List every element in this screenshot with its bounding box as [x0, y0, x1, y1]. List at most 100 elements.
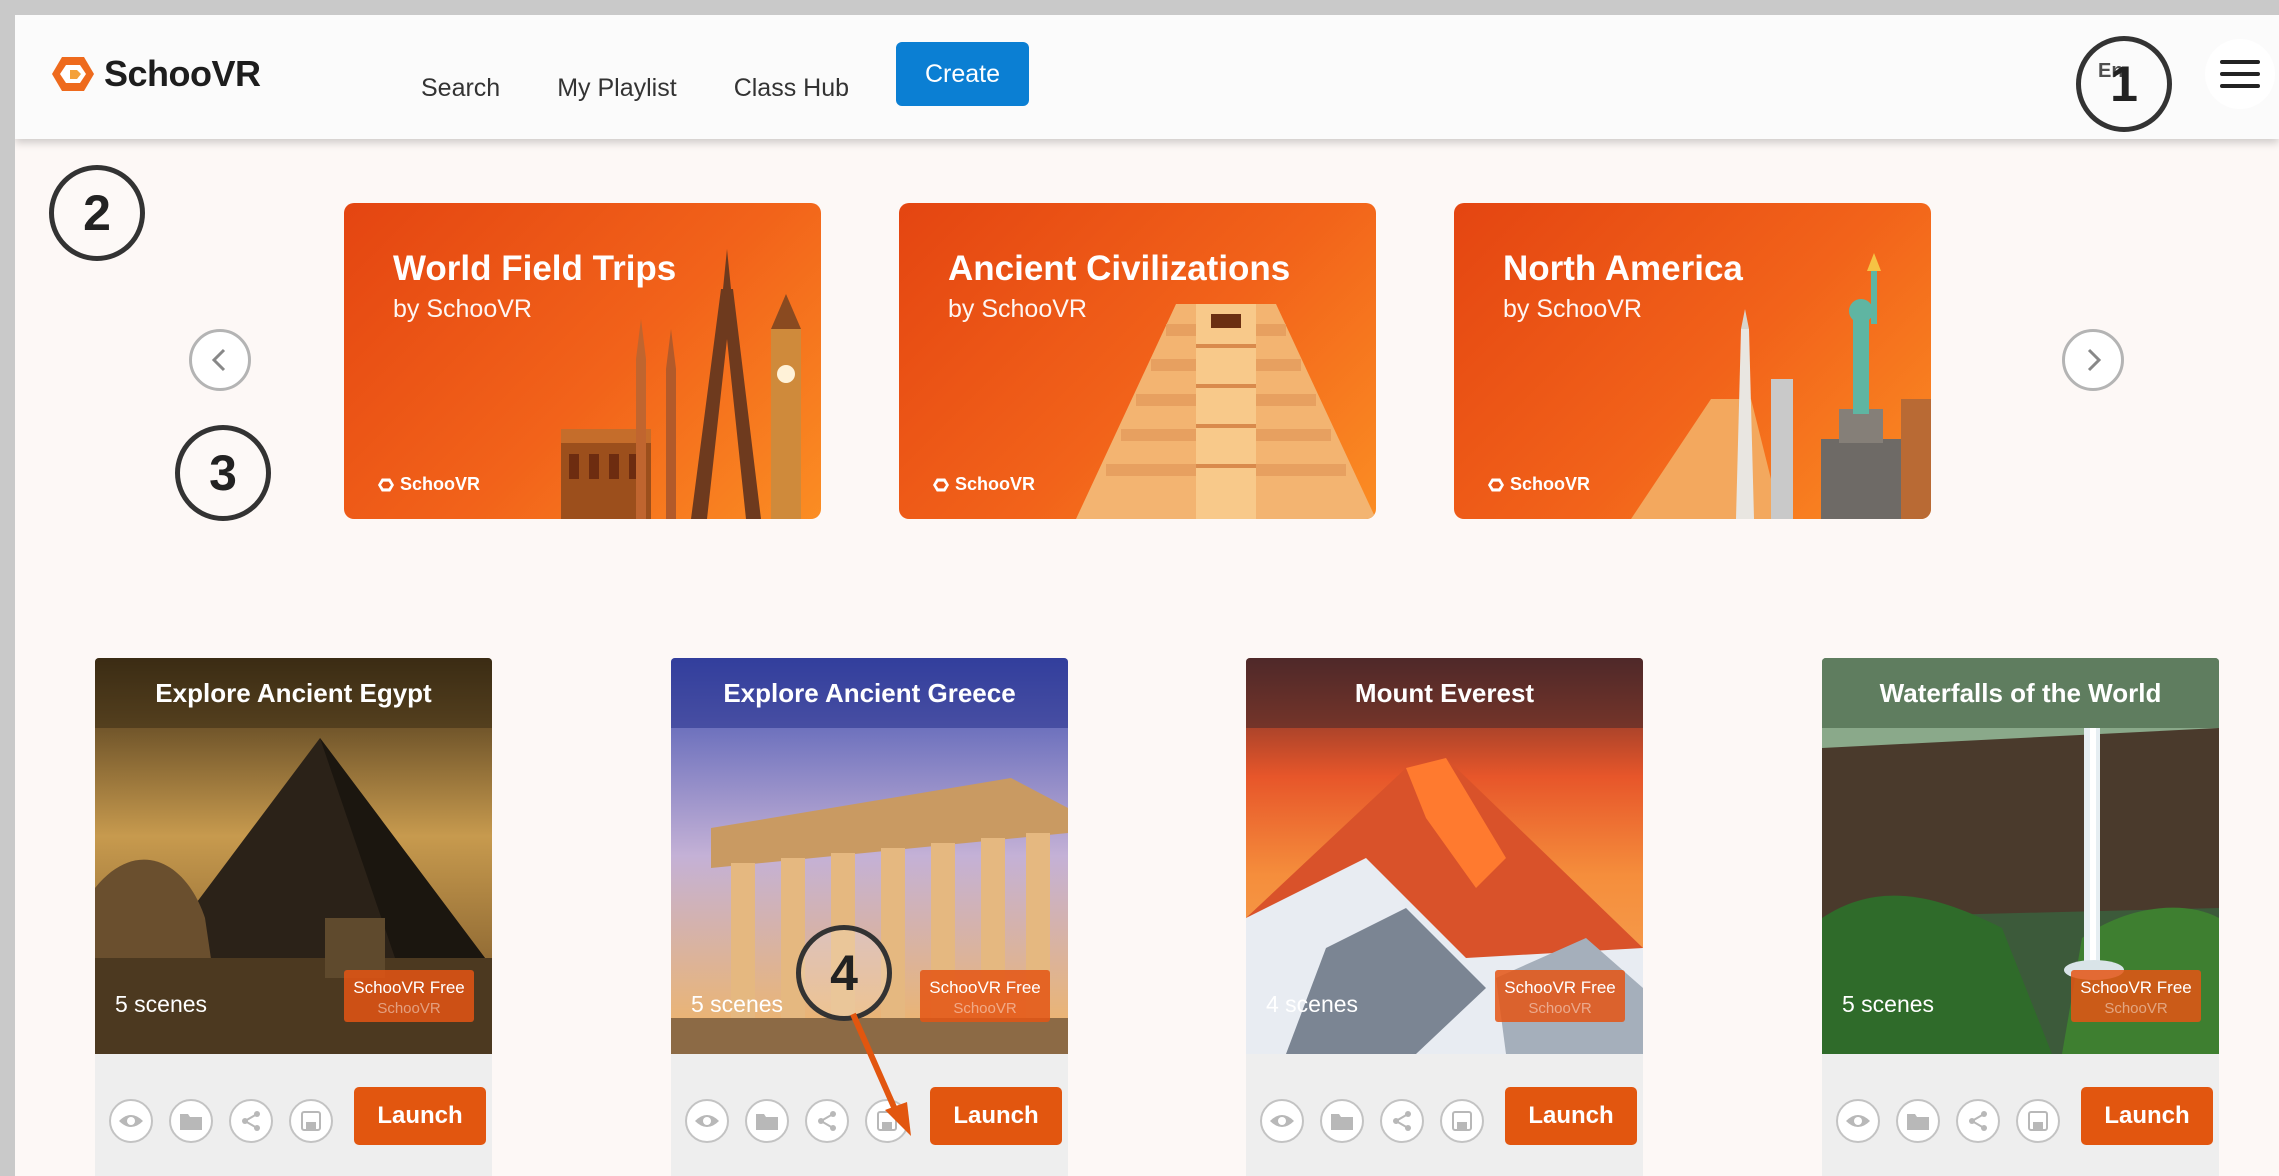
folder-icon: [180, 1114, 202, 1130]
share-icon: [1969, 1111, 1987, 1131]
banner-brand: SchooVR: [377, 474, 480, 495]
carousel-prev-button[interactable]: [189, 329, 251, 391]
annotation-marker-4: 4: [796, 925, 892, 1021]
app-window: SchooVR Search My Playlist Class Hub Cre…: [15, 15, 2279, 1176]
banner-subtitle: by SchooVR: [948, 295, 1087, 323]
experience-card-egypt[interactable]: Explore Ancient Egypt 5 scenes SchooVR F…: [95, 658, 492, 1176]
scene-count: 5 scenes: [115, 991, 208, 1017]
save-button[interactable]: [289, 1099, 333, 1143]
banner-world-field-trips[interactable]: World Field Trips by SchooVR SchooVR: [344, 203, 821, 519]
share-icon: [1393, 1111, 1411, 1131]
launch-button[interactable]: Launch: [930, 1087, 1062, 1145]
add-to-folder-button[interactable]: [1320, 1099, 1364, 1143]
pyramid-illustration: [1076, 304, 1376, 519]
banner-north-america[interactable]: North America by SchooVR SchooVR: [1454, 203, 1931, 519]
card-title: Mount Everest: [1246, 658, 1643, 728]
share-button[interactable]: [1380, 1099, 1424, 1143]
launch-button[interactable]: Launch: [2081, 1087, 2213, 1145]
banner-ancient-civilizations[interactable]: Ancient Civilizations by SchooVR SchooVR: [899, 203, 1376, 519]
annotation-arrow-icon: [850, 1012, 911, 1136]
preview-button[interactable]: [1260, 1099, 1304, 1143]
card-actions: Launch: [1822, 1054, 2219, 1176]
badge-watermark: SchooVR: [2104, 1000, 2168, 1017]
save-icon: [2028, 1111, 2048, 1131]
share-icon: [818, 1111, 836, 1131]
save-button[interactable]: [2016, 1099, 2060, 1143]
nav-links: Search My Playlist Class Hub: [421, 56, 906, 120]
share-button[interactable]: [1956, 1099, 2000, 1143]
nav-search[interactable]: Search: [421, 56, 500, 120]
card-actions: Launch: [1246, 1054, 1643, 1176]
badge-watermark: SchooVR: [953, 1000, 1017, 1017]
nav-class-hub[interactable]: Class Hub: [734, 56, 849, 120]
badge-label: SchooVR Free: [353, 978, 465, 997]
badge-label: SchooVR Free: [929, 978, 1041, 997]
preview-button[interactable]: [1836, 1099, 1880, 1143]
chevron-left-icon: [211, 348, 226, 372]
add-to-folder-button[interactable]: [745, 1099, 789, 1143]
badge-label: SchooVR Free: [1504, 978, 1616, 997]
nav-my-playlist[interactable]: My Playlist: [557, 56, 676, 120]
create-button[interactable]: Create: [896, 42, 1029, 106]
annotation-marker-1: 1: [2076, 36, 2172, 132]
banner-title: Ancient Civilizations: [948, 249, 1291, 288]
preview-button[interactable]: [685, 1099, 729, 1143]
carousel-next-button[interactable]: [2062, 329, 2124, 391]
card-title: Waterfalls of the World: [1822, 658, 2219, 728]
scene-count: 5 scenes: [1842, 991, 1935, 1017]
landmarks-illustration: [1631, 253, 1931, 519]
experience-card-waterfalls[interactable]: Waterfalls of the World 5 scenes SchooVR…: [1822, 658, 2219, 1176]
share-icon: [242, 1111, 260, 1131]
hamburger-menu-button[interactable]: [2205, 39, 2275, 109]
scene-count: 5 scenes: [691, 991, 784, 1017]
banner-brand-label: SchooVR: [400, 474, 481, 494]
card-thumbnail[interactable]: Mount Everest 4 scenes SchooVR Free Scho…: [1246, 658, 1643, 1054]
free-badge: SchooVR Free SchooVR: [344, 970, 474, 1022]
add-to-folder-button[interactable]: [1896, 1099, 1940, 1143]
preview-button[interactable]: [109, 1099, 153, 1143]
menu-icon: [2220, 60, 2260, 88]
card-thumbnail[interactable]: Waterfalls of the World 5 scenes SchooVR…: [1822, 658, 2219, 1054]
card-thumbnail[interactable]: Explore Ancient Egypt 5 scenes SchooVR F…: [95, 658, 492, 1054]
landmarks-illustration: [561, 249, 801, 519]
share-button[interactable]: [229, 1099, 273, 1143]
card-actions: Launch: [95, 1054, 492, 1176]
banner-subtitle: by SchooVR: [393, 295, 532, 323]
annotation-marker-3: 3: [175, 425, 271, 521]
eye-icon: [695, 1115, 719, 1127]
eye-icon: [119, 1115, 143, 1127]
chevron-right-icon: [2087, 348, 2102, 372]
annotation-marker-2: 2: [49, 165, 145, 261]
save-icon: [1452, 1111, 1472, 1131]
add-to-folder-button[interactable]: [169, 1099, 213, 1143]
logo-icon: [52, 57, 94, 91]
logo-icon: [378, 478, 394, 491]
launch-button[interactable]: Launch: [1505, 1087, 1637, 1145]
eye-icon: [1270, 1115, 1294, 1127]
banner-brand: SchooVR: [1487, 474, 1590, 495]
banner-brand: SchooVR: [932, 474, 1035, 495]
app-logo[interactable]: SchooVR: [50, 53, 261, 95]
banner-brand-label: SchooVR: [955, 474, 1036, 494]
folder-icon: [756, 1114, 778, 1130]
badge-watermark: SchooVR: [1528, 1000, 1592, 1017]
save-button[interactable]: [1440, 1099, 1484, 1143]
app-name: SchooVR: [104, 53, 261, 94]
badge-watermark: SchooVR: [377, 1000, 441, 1017]
logo-icon: [1488, 478, 1504, 491]
badge-label: SchooVR Free: [2080, 978, 2192, 997]
banner-subtitle: by SchooVR: [1503, 295, 1642, 323]
top-navbar: SchooVR Search My Playlist Class Hub Cre…: [15, 15, 2279, 139]
share-button[interactable]: [805, 1099, 849, 1143]
save-icon: [301, 1111, 321, 1131]
eye-icon: [1846, 1115, 1870, 1127]
card-title: Explore Ancient Greece: [671, 658, 1068, 728]
experience-card-everest[interactable]: Mount Everest 4 scenes SchooVR Free Scho…: [1246, 658, 1643, 1176]
scene-count: 4 scenes: [1266, 991, 1359, 1017]
free-badge: SchooVR Free SchooVR: [2071, 970, 2201, 1022]
folder-icon: [1331, 1114, 1353, 1130]
folder-icon: [1907, 1114, 1929, 1130]
launch-button[interactable]: Launch: [354, 1087, 486, 1145]
free-badge: SchooVR Free SchooVR: [920, 970, 1050, 1022]
banner-brand-label: SchooVR: [1510, 474, 1591, 494]
